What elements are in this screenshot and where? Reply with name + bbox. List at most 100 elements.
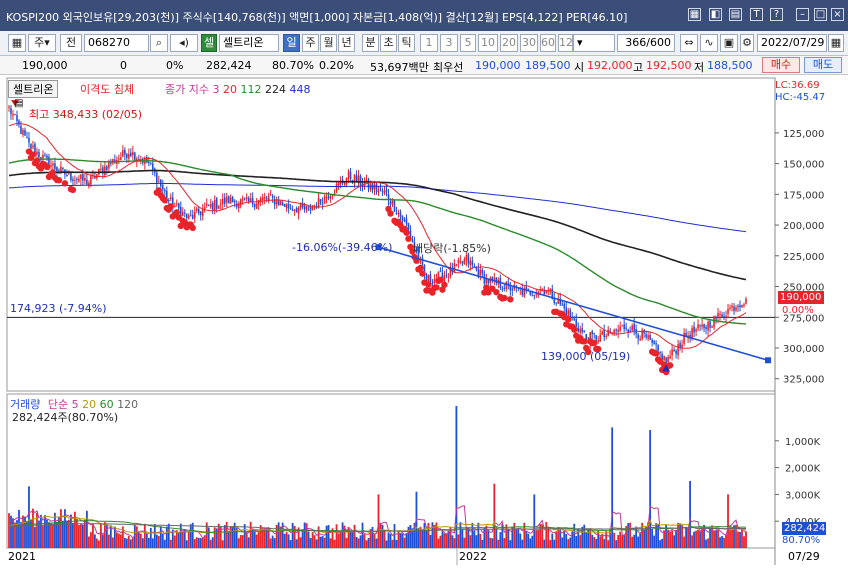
volume-bar bbox=[48, 522, 50, 548]
volume-bar bbox=[359, 535, 362, 548]
stock-tag[interactable]: 셀트리온 bbox=[8, 80, 59, 98]
period-button[interactable]: 초 bbox=[380, 34, 397, 52]
candle-body bbox=[58, 170, 60, 172]
candle-body bbox=[185, 213, 188, 219]
candle-body bbox=[130, 152, 132, 157]
volume-bar bbox=[309, 538, 312, 548]
candle-body bbox=[275, 200, 278, 205]
candle-body bbox=[24, 130, 26, 136]
volume-bar bbox=[515, 529, 518, 548]
candle-body bbox=[697, 324, 699, 329]
candle-body bbox=[655, 343, 657, 345]
count-value: 366 bbox=[625, 36, 647, 49]
volume-bar bbox=[431, 522, 434, 548]
candle-body bbox=[433, 278, 436, 284]
volume-bar bbox=[471, 522, 474, 548]
volume-bar bbox=[461, 528, 464, 548]
candle-body bbox=[319, 199, 322, 203]
market-select[interactable]: 주▾ bbox=[28, 34, 56, 52]
chart-type-icon[interactable]: ∿ bbox=[700, 34, 718, 52]
volume-bar bbox=[739, 531, 741, 548]
interval-select[interactable]: ▾ bbox=[573, 34, 615, 52]
candle-body bbox=[227, 195, 230, 204]
candle-body bbox=[397, 212, 400, 214]
close-icon[interactable]: × bbox=[831, 8, 844, 21]
maximize-icon[interactable]: □ bbox=[814, 8, 827, 21]
interval-button[interactable]: 20 bbox=[500, 34, 518, 52]
hc-value: HC:-45.47 bbox=[775, 92, 826, 103]
indicator-legend[interactable]: 이격도 침체 bbox=[80, 81, 134, 97]
volume-bar bbox=[691, 535, 693, 548]
volume-bar bbox=[197, 537, 200, 548]
zoom-icon[interactable]: ⇔ bbox=[680, 34, 698, 52]
turnover-rate: 0.20% bbox=[319, 59, 354, 72]
chart-panel[interactable]: 325,000 300,000 275,000 250,000 225,000 200,0… bbox=[0, 76, 848, 565]
chart-menu-icon[interactable]: ▤ bbox=[14, 98, 23, 109]
count-input[interactable]: 366/600 bbox=[617, 34, 675, 52]
interval-button[interactable]: 120 bbox=[558, 34, 580, 52]
settings-icon[interactable]: ⚙ bbox=[740, 34, 754, 52]
print-icon[interactable]: ▤ bbox=[729, 8, 742, 21]
volume-bar bbox=[117, 533, 120, 548]
interval-button[interactable]: 30 bbox=[520, 34, 538, 52]
period-button[interactable]: 틱 bbox=[398, 34, 415, 52]
interval-button[interactable]: 10 bbox=[478, 34, 498, 52]
candle-body bbox=[579, 329, 582, 333]
interval-button[interactable]: 3 bbox=[440, 34, 458, 52]
type-icon[interactable]: T bbox=[750, 8, 763, 21]
layout-icon[interactable]: ▦ bbox=[8, 34, 26, 52]
help-icon[interactable]: ? bbox=[770, 8, 783, 21]
candle-body bbox=[657, 345, 659, 351]
volume-bar bbox=[591, 534, 594, 548]
candle-body bbox=[269, 194, 272, 196]
best-bid: 189,500 bbox=[525, 59, 571, 72]
volume-bar bbox=[289, 540, 292, 548]
ma-448-line bbox=[8, 182, 747, 233]
period-button[interactable]: 분 bbox=[362, 34, 379, 52]
interval-button[interactable]: 1 bbox=[420, 34, 438, 52]
volume-bar bbox=[269, 538, 272, 548]
volume-note: 282,424주(80.70%) bbox=[12, 411, 119, 424]
interval-button[interactable]: 5 bbox=[460, 34, 476, 52]
period-button[interactable]: 월 bbox=[320, 34, 337, 52]
candle-body bbox=[613, 329, 615, 334]
dock-icon[interactable]: ◧ bbox=[709, 8, 722, 21]
volume-bar bbox=[715, 530, 717, 548]
candle-body bbox=[321, 203, 324, 205]
sound-icon[interactable]: ◂) bbox=[170, 34, 198, 52]
date-input[interactable]: 2022/07/29 bbox=[757, 34, 827, 52]
save-icon[interactable]: ▣ bbox=[720, 34, 738, 52]
volume-bar bbox=[421, 530, 424, 548]
price-tick-label: 325,000 bbox=[783, 375, 824, 386]
code-input[interactable]: 068270 bbox=[84, 34, 149, 52]
candle-body bbox=[74, 179, 76, 181]
candle-body bbox=[343, 182, 346, 185]
prev-button[interactable]: 전 bbox=[60, 34, 82, 52]
candle-body bbox=[46, 155, 48, 158]
minimize-icon[interactable]: – bbox=[796, 8, 809, 21]
period-button[interactable]: 주 bbox=[302, 34, 319, 52]
candle-body bbox=[20, 125, 22, 135]
volume-bar bbox=[499, 532, 502, 548]
sell-button[interactable]: 매도 bbox=[804, 57, 842, 73]
period-button[interactable]: 년 bbox=[338, 34, 355, 52]
interval-button[interactable]: 60 bbox=[540, 34, 556, 52]
period-button[interactable]: 일 bbox=[283, 34, 300, 52]
calendar-icon[interactable]: ▦ bbox=[828, 34, 844, 52]
current-price-tag: 190,000 bbox=[778, 291, 824, 304]
chart-canvas[interactable]: 325,000300,000275,000250,000225,000200,0… bbox=[0, 76, 848, 565]
low-note: 139,000 (05/19) bbox=[541, 350, 631, 363]
grid-icon[interactable]: ▦ bbox=[688, 8, 701, 21]
disparity-dot bbox=[581, 338, 588, 345]
candle-body bbox=[631, 325, 633, 331]
buy-button[interactable]: 매수 bbox=[762, 57, 800, 73]
volume-bar bbox=[543, 539, 546, 548]
candle-body bbox=[443, 275, 446, 283]
current-price: 190,000 bbox=[22, 59, 68, 72]
volume-bar bbox=[209, 539, 212, 548]
search-icon[interactable]: ⌕ bbox=[150, 34, 168, 52]
volume-bar bbox=[141, 538, 144, 548]
volume-bar bbox=[287, 534, 290, 548]
volume-bar bbox=[8, 513, 10, 548]
ma-legend[interactable]: 종가 지수 3 20 112 224 448 bbox=[165, 81, 310, 97]
